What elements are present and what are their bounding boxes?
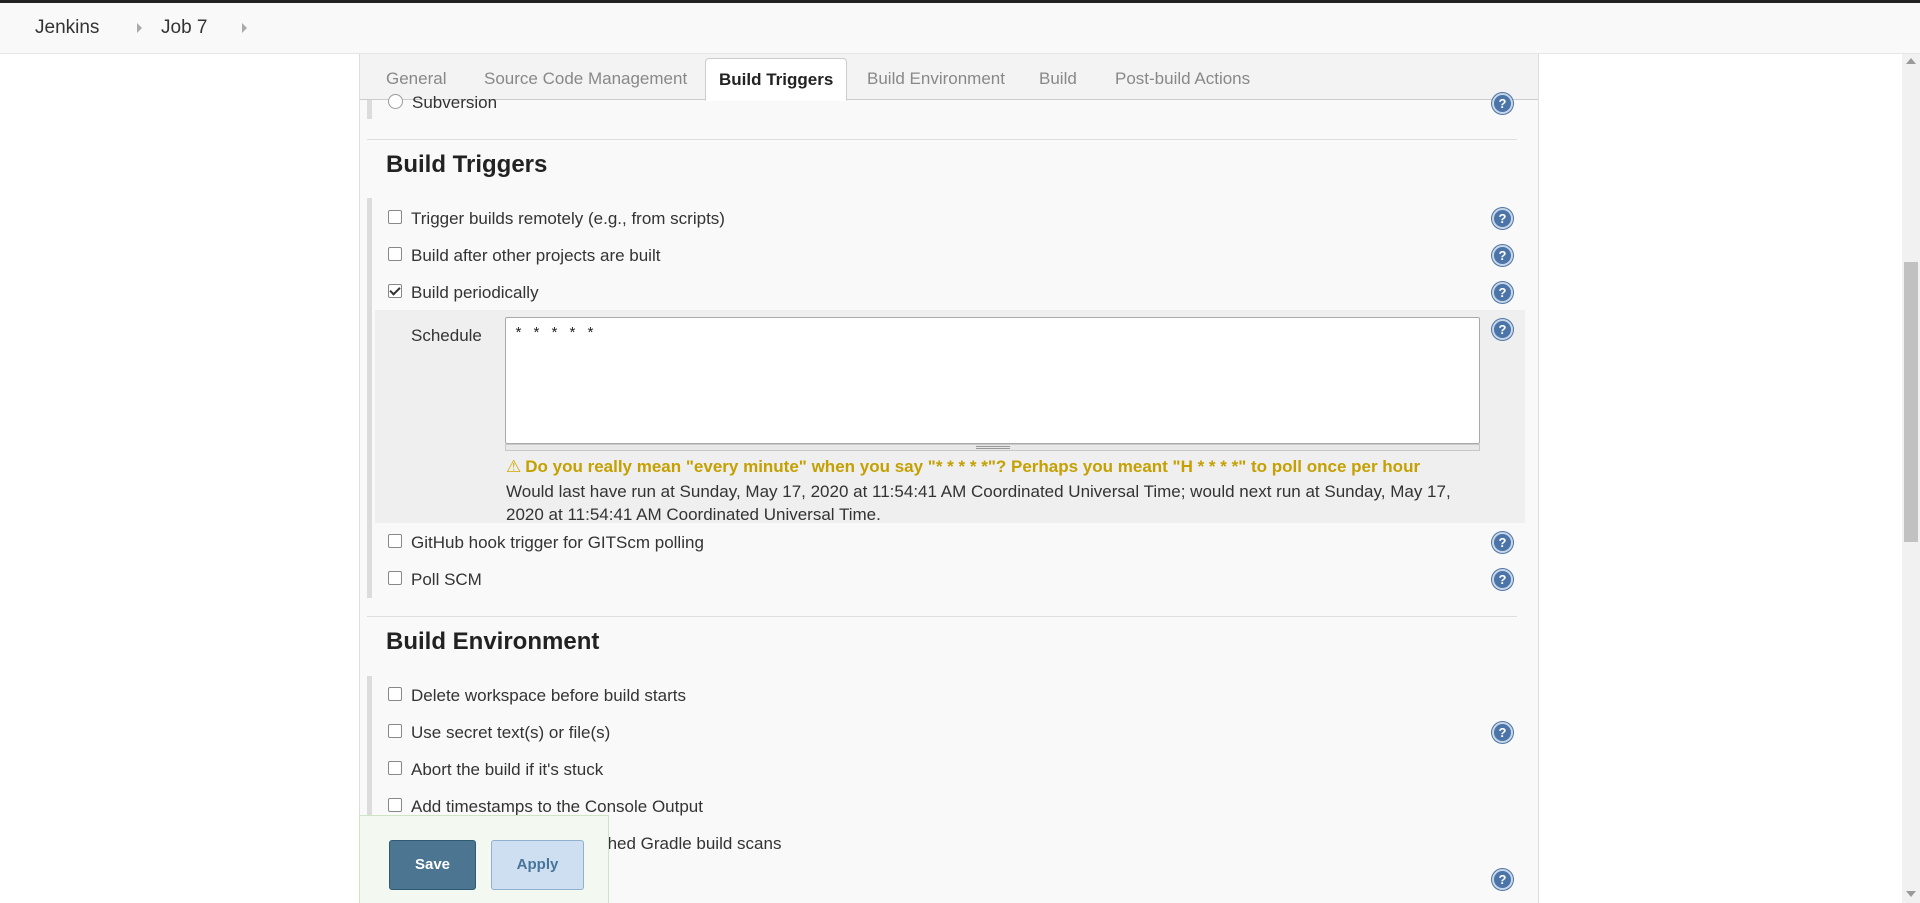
scroll-down-icon[interactable] (1906, 891, 1916, 897)
subversion-radio[interactable] (388, 94, 403, 109)
config-tab-bar: General Source Code Management Build Tri… (360, 54, 1538, 101)
tab-general[interactable]: General (386, 69, 446, 89)
scrollbar-thumb[interactable] (1904, 262, 1918, 542)
add-timestamps-checkbox[interactable] (388, 798, 402, 812)
trigger-remotely-checkbox[interactable] (388, 210, 402, 224)
schedule-label: Schedule (411, 326, 482, 345)
question-mark-icon[interactable]: ? (1492, 282, 1513, 303)
save-button[interactable]: Save (389, 840, 476, 890)
build-environment-heading: Build Environment (386, 628, 600, 655)
breadcrumb-separator-icon[interactable] (242, 23, 247, 33)
question-mark-icon[interactable]: ? (1492, 869, 1513, 890)
schedule-textarea[interactable] (505, 317, 1480, 444)
section-divider (367, 139, 1517, 140)
question-mark-icon[interactable]: ? (1492, 569, 1513, 590)
abort-if-stuck-checkbox[interactable] (388, 761, 402, 775)
question-mark-icon[interactable]: ? (1492, 93, 1513, 114)
resize-grip-icon[interactable] (976, 446, 1010, 449)
breadcrumb-jenkins[interactable]: Jenkins (35, 17, 99, 39)
question-mark-icon[interactable]: ? (1492, 722, 1513, 743)
tab-build-triggers[interactable]: Build Triggers (705, 58, 848, 101)
schedule-warning-text: Do you really mean "every minute" when y… (525, 457, 1421, 476)
breadcrumb-separator-icon[interactable] (137, 23, 142, 33)
build-triggers-rail (367, 198, 372, 598)
trigger-remotely-label: Trigger builds remotely (e.g., from scri… (411, 209, 725, 228)
poll-scm-checkbox[interactable] (388, 571, 402, 585)
tab-source-code-management[interactable]: Source Code Management (484, 69, 687, 89)
section-divider (367, 616, 1517, 617)
build-periodically-checkbox[interactable] (388, 284, 402, 298)
schedule-info-text: Would last have run at Sunday, May 17, 2… (506, 482, 1451, 524)
build-after-other-projects-label: Build after other projects are built (411, 246, 661, 265)
apply-button[interactable]: Apply (491, 840, 584, 890)
tab-post-build-actions[interactable]: Post-build Actions (1115, 69, 1250, 89)
delete-workspace-checkbox[interactable] (388, 687, 402, 701)
abort-if-stuck-label: Abort the build if it's stuck (411, 760, 604, 779)
top-header-bar: Jenkins Job 7 (0, 0, 1920, 54)
add-timestamps-label: Add timestamps to the Console Output (411, 797, 703, 816)
build-after-other-projects-checkbox[interactable] (388, 247, 402, 261)
use-secret-label: Use secret text(s) or file(s) (411, 723, 611, 742)
question-mark-icon[interactable]: ? (1492, 245, 1513, 266)
tab-build[interactable]: Build (1039, 69, 1077, 89)
github-hook-trigger-checkbox[interactable] (388, 534, 402, 548)
question-mark-icon[interactable]: ? (1492, 532, 1513, 553)
poll-scm-label: Poll SCM (411, 570, 482, 589)
github-hook-trigger-label: GitHub hook trigger for GITScm polling (411, 533, 704, 552)
subversion-label: Subversion (412, 93, 498, 112)
build-periodically-label: Build periodically (411, 283, 539, 302)
breadcrumb-job[interactable]: Job 7 (161, 17, 207, 39)
question-mark-icon[interactable]: ? (1492, 208, 1513, 229)
question-mark-icon[interactable]: ? (1492, 319, 1513, 340)
scm-rail (367, 100, 372, 119)
warning-icon: ⚠ (506, 457, 522, 476)
schedule-warning: ⚠ Do you really mean "every minute" when … (506, 457, 1420, 477)
tab-build-environment[interactable]: Build Environment (867, 69, 1005, 89)
build-triggers-heading: Build Triggers (386, 151, 548, 178)
use-secret-checkbox[interactable] (388, 724, 402, 738)
scroll-up-icon[interactable] (1906, 58, 1916, 64)
delete-workspace-label: Delete workspace before build starts (411, 686, 686, 705)
